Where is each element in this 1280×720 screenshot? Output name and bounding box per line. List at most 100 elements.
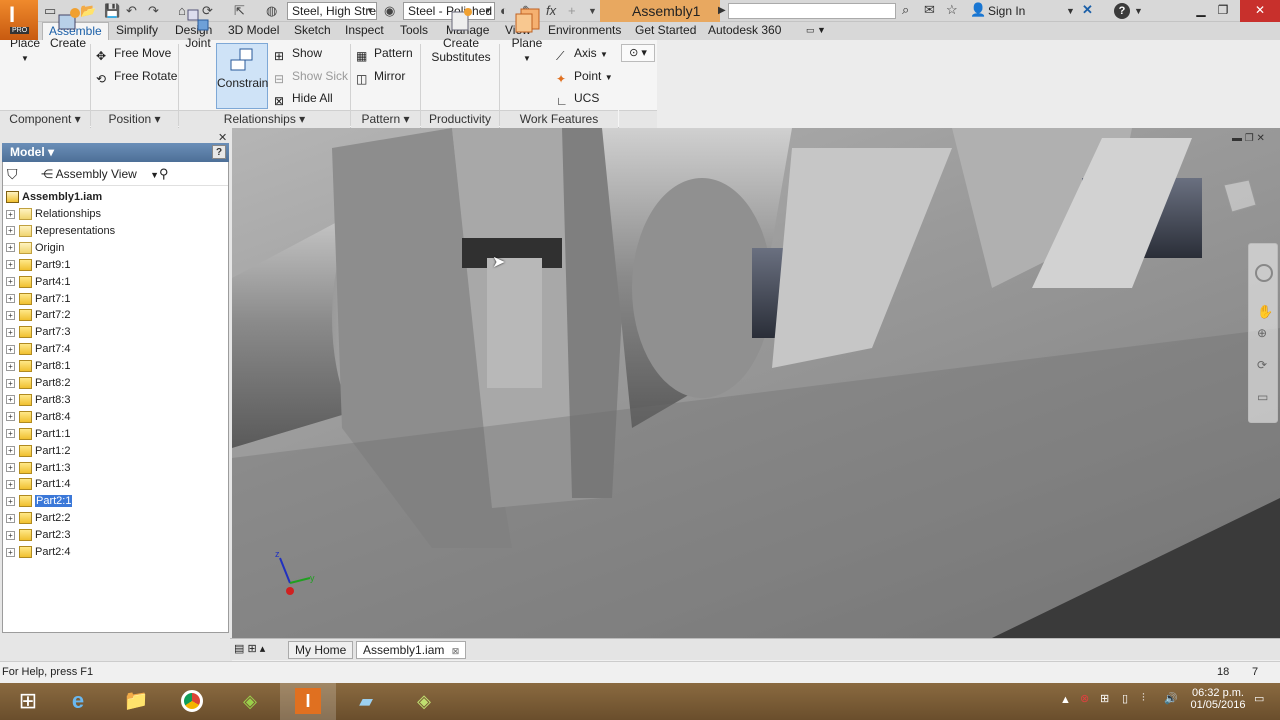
close-button[interactable]: ✕ [1240, 0, 1280, 22]
binoculars-icon[interactable]: ⚲ [159, 166, 169, 182]
free-rotate-button[interactable]: ⟲ Free Rotate [96, 67, 177, 86]
expand-icon[interactable]: + [6, 361, 15, 371]
expand-icon[interactable]: + [6, 513, 15, 523]
chevron-down-icon[interactable]: ▼ [1066, 6, 1075, 16]
inventor-taskbar-icon[interactable]: I [280, 683, 336, 720]
model-browser-header[interactable]: Model ▾ ? [2, 143, 229, 162]
tree-item[interactable]: + Part1:1 [6, 426, 70, 443]
panel-component[interactable]: Component ▾ [0, 110, 90, 128]
expand-icon[interactable]: + [6, 412, 15, 422]
hide-all-button[interactable]: ⊠ Hide All [274, 89, 333, 108]
customize-qat-icon[interactable]: ▼ [588, 6, 597, 22]
expand-icon[interactable]: + [6, 344, 15, 354]
create-button[interactable]: Create [45, 4, 91, 64]
tray-network-icon[interactable]: ⊞ [1100, 692, 1109, 705]
pattern-button[interactable]: ▦ Pattern [356, 44, 413, 63]
tree-item[interactable]: + Part2:4 [6, 544, 70, 561]
panel-pattern[interactable]: Pattern ▾ [351, 110, 420, 128]
zoom-icon[interactable]: ⊕ [1257, 326, 1267, 340]
chevron-down-icon[interactable]: ▼ [1134, 6, 1143, 16]
user-icon[interactable]: 👤 [970, 2, 986, 18]
graphics-viewport[interactable]: z y [232, 128, 1280, 638]
expand-icon[interactable]: + [6, 479, 15, 489]
viewport-window-controls[interactable]: ▬ ❐ ✕ [1232, 133, 1265, 144]
select-icon[interactable]: ⇱ [234, 3, 245, 19]
expand-icon[interactable]: + [6, 226, 15, 236]
help-icon[interactable]: ? [212, 145, 226, 159]
restore-button[interactable]: ❐ [1208, 0, 1238, 22]
tree-item[interactable]: + Part7:4 [6, 341, 70, 358]
tree-item[interactable]: + Part8:1 [6, 358, 70, 375]
constrain-button[interactable]: Constrain [216, 43, 268, 109]
viewcube[interactable] [1204, 170, 1264, 230]
tree-item[interactable]: + Part8:2 [6, 375, 70, 392]
tab-my-home[interactable]: My Home [288, 641, 354, 659]
show-sick-button[interactable]: ⊟ Show Sick [274, 67, 348, 86]
show-button[interactable]: ⊞ Show [274, 44, 322, 63]
tree-item[interactable]: + Part1:2 [6, 443, 70, 460]
app-icon-2[interactable]: ◈ [396, 683, 452, 720]
expand-icon[interactable]: + [6, 547, 15, 557]
axis-button[interactable]: ⟋ Axis ▼ [556, 44, 608, 63]
app-icon[interactable]: ◈ [222, 683, 278, 720]
tray-notifications-icon[interactable]: ▭ [1254, 692, 1264, 705]
look-at-icon[interactable]: ▭ [1257, 390, 1268, 404]
ribbon-dropdown-icon[interactable]: ⊙ ▾ [621, 44, 655, 62]
expand-icon[interactable]: + [6, 429, 15, 439]
tray-expand-icon[interactable]: ▲ [1060, 694, 1071, 706]
tab-simplify[interactable]: Simplify [110, 22, 164, 40]
tray-battery-icon[interactable]: ▯ [1122, 692, 1128, 705]
communication-icon[interactable]: ✉ [924, 2, 935, 18]
tile-windows-icon[interactable]: ▤ ⊞ ▴ [234, 642, 265, 655]
expand-icon[interactable]: + [6, 530, 15, 540]
tree-root[interactable]: Assembly1.iam [6, 189, 102, 206]
expand-icon[interactable]: + [6, 463, 15, 473]
tab-sketch[interactable]: Sketch [288, 22, 337, 40]
tab-assembly1[interactable]: Assembly1.iam ⊠ [356, 641, 467, 659]
start-button[interactable]: ⊞ [0, 683, 56, 720]
binoculars-icon[interactable]: ⌕ [902, 2, 909, 18]
help-icon[interactable]: ? [1114, 3, 1130, 19]
ribbon-options-icon[interactable]: ▭ ▼ [800, 22, 832, 40]
tree-item[interactable]: + Part7:2 [6, 307, 70, 324]
tree-item[interactable]: + Part7:3 [6, 324, 70, 341]
tree-item[interactable]: + Representations [6, 223, 115, 240]
close-icon[interactable]: ⊠ [452, 646, 460, 656]
tree-item[interactable]: + Relationships [6, 206, 101, 223]
redo-icon[interactable]: ↷ [148, 3, 159, 19]
exchange-apps-icon[interactable]: ✕ [1082, 2, 1093, 18]
tree-item[interactable]: + Part2:2 [6, 510, 70, 527]
chrome-icon[interactable] [164, 683, 220, 720]
tree-item[interactable]: + Part9:1 [6, 257, 70, 274]
free-move-button[interactable]: ✥ Free Move [96, 44, 171, 63]
tab-autodesk-360[interactable]: Autodesk 360 [702, 22, 787, 40]
file-explorer-icon[interactable]: 📁 [108, 683, 164, 720]
panel-position[interactable]: Position ▾ [91, 110, 178, 128]
tray-signal-icon[interactable]: ⫶ [1142, 692, 1145, 705]
tree-item[interactable]: + Part2:3 [6, 527, 70, 544]
panel-relationships[interactable]: Relationships ▾ [179, 110, 350, 128]
pan-icon[interactable]: ✋ [1257, 304, 1273, 320]
expand-icon[interactable]: + [6, 378, 15, 388]
expand-icon[interactable]: + [6, 310, 15, 320]
expand-icon[interactable]: + [6, 446, 15, 456]
create-substitutes-button[interactable]: Create Substitutes [428, 4, 494, 64]
material-combo[interactable]: Steel, High Strength▼ [287, 2, 377, 20]
notes-icon[interactable]: ▰ [338, 683, 394, 720]
tray-app-icon[interactable]: ⊗ [1080, 692, 1089, 705]
plane-button[interactable]: Plane ▼ [504, 4, 550, 64]
tree-item[interactable]: + Part8:4 [6, 409, 70, 426]
tray-volume-icon[interactable]: 🔊 [1164, 692, 1178, 705]
tree-item[interactable]: + Part4:1 [6, 274, 70, 291]
assembly-view-dropdown[interactable]: ⋲ Assembly View ▼ [41, 167, 159, 181]
steering-wheel-icon[interactable] [1255, 264, 1273, 282]
sign-in-link[interactable]: Sign In [988, 4, 1025, 18]
tree-item[interactable]: + Part1:3 [6, 460, 70, 477]
expand-icon[interactable]: + [6, 327, 15, 337]
tree-item[interactable]: + Part8:3 [6, 392, 70, 409]
search-input[interactable] [728, 3, 896, 19]
expand-icon[interactable]: + [6, 209, 15, 219]
tab-3d-model[interactable]: 3D Model [222, 22, 285, 40]
tab-get-started[interactable]: Get Started [629, 22, 702, 40]
point-button[interactable]: ✦ Point ▼ [556, 67, 613, 86]
